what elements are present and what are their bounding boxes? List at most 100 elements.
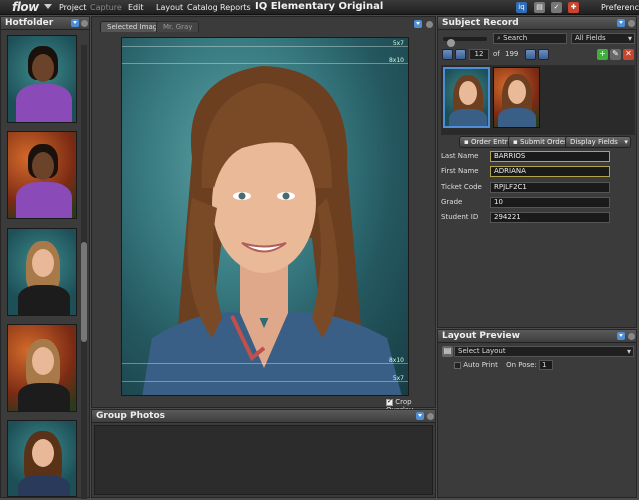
- portrait-photo: [8, 421, 76, 496]
- slider-knob[interactable]: [447, 39, 455, 47]
- portrait-photo: [8, 132, 76, 218]
- layout-icon[interactable]: ▤: [442, 346, 453, 357]
- auto-print-row: Auto Print On Pose: 1: [454, 360, 554, 370]
- close-dot-icon[interactable]: [427, 413, 434, 420]
- printer-icon[interactable]: ▤: [534, 2, 545, 13]
- search-input[interactable]: ⌕ Search: [493, 33, 567, 44]
- select-layout-value: Select Layout: [458, 347, 506, 355]
- search-placeholder: Search: [503, 34, 528, 42]
- on-pose-input[interactable]: 1: [539, 360, 554, 370]
- on-pose-label: On Pose:: [506, 361, 537, 369]
- close-dot-icon[interactable]: [628, 20, 635, 27]
- hotfolder-scrollbar[interactable]: [81, 45, 87, 499]
- preferences-link[interactable]: Preferences: [601, 3, 639, 12]
- group-photos-header: Group Photos: [92, 410, 435, 423]
- field-label-first-name: First Name: [441, 167, 479, 175]
- layout-preview-panel: Layout Preview ▤ Select Layout Auto Prin…: [437, 329, 637, 498]
- display-fields-label: Display Fields: [570, 138, 618, 146]
- search-scope-value: All Fields: [575, 34, 606, 42]
- image-viewer-panel: Selected Image Mr. Gray 5x7 8x10 8x10 5x…: [91, 16, 436, 414]
- subject-record-header: Subject Record: [438, 17, 636, 30]
- menu-catalog[interactable]: Catalog: [187, 3, 218, 12]
- menu-capture[interactable]: Capture: [90, 3, 122, 12]
- hotfolder-thumbnail[interactable]: [7, 324, 77, 412]
- portrait-photo: [142, 66, 402, 395]
- delete-record-icon[interactable]: ✕: [623, 49, 634, 60]
- close-dot-icon[interactable]: [628, 333, 635, 340]
- hotfolder-thumbnail[interactable]: [7, 131, 77, 219]
- crop-guide-line: [122, 381, 408, 382]
- select-layout-dropdown[interactable]: Select Layout: [454, 346, 634, 357]
- edit-record-icon[interactable]: ✎: [610, 49, 621, 60]
- collapse-arrow-icon[interactable]: [617, 332, 625, 340]
- layout-preview-title: Layout Preview: [442, 331, 520, 341]
- close-dot-icon[interactable]: [81, 20, 88, 27]
- field-label-grade: Grade: [441, 198, 463, 206]
- record-nav-row: 12 of 199 + ✎ ✕: [441, 48, 635, 61]
- menu-edit[interactable]: Edit: [128, 3, 144, 12]
- record-index-field[interactable]: 12: [469, 49, 489, 60]
- auto-print-label: Auto Print: [463, 361, 498, 369]
- first-record-icon[interactable]: [442, 49, 453, 60]
- portrait-photo: [8, 229, 76, 315]
- first-name-field[interactable]: ADRIANA: [490, 166, 610, 177]
- field-label-last-name: Last Name: [441, 152, 479, 160]
- student-id-field[interactable]: 294221: [490, 212, 610, 223]
- hotfolder-thumbnail[interactable]: [7, 420, 77, 497]
- collapse-arrow-icon[interactable]: [71, 19, 79, 27]
- search-scope-select[interactable]: All Fields: [571, 33, 635, 44]
- selected-portrait-image[interactable]: 5x7 8x10 8x10 5x7: [121, 37, 409, 396]
- subject-image-thumbnail[interactable]: [443, 67, 490, 128]
- display-fields-button[interactable]: Display Fields ▾: [565, 136, 631, 148]
- hotfolder-panel: Hotfolder: [0, 16, 90, 499]
- submit-orders-label: Submit Orders: [519, 138, 571, 146]
- subject-image-thumbnail[interactable]: [493, 67, 540, 128]
- prev-record-icon[interactable]: [455, 49, 466, 60]
- crop-guide-label: 8x10: [388, 57, 404, 64]
- group-photos-area[interactable]: [94, 425, 433, 495]
- crop-overlay-checkbox[interactable]: [386, 397, 393, 406]
- menu-project[interactable]: Project: [59, 3, 86, 12]
- iq-icon[interactable]: iq: [516, 2, 527, 13]
- chevron-down-icon: ▾: [624, 138, 628, 146]
- last-record-icon[interactable]: [538, 49, 549, 60]
- menu-layout[interactable]: Layout: [156, 3, 183, 12]
- subject-record-title: Subject Record: [442, 18, 519, 28]
- hotfolder-title: Hotfolder: [5, 18, 54, 28]
- last-name-field[interactable]: BARRIOS: [490, 151, 610, 162]
- help-icon[interactable]: ✚: [568, 2, 579, 13]
- portrait-photo: [8, 325, 76, 411]
- scroll-thumb[interactable]: [81, 242, 87, 342]
- crop-guide-line: [122, 46, 408, 47]
- order-entry-label: Order Entry: [470, 138, 512, 146]
- menu-bar: flow Project Capture Edit Layout Catalog…: [0, 0, 639, 15]
- layout-preview-header: Layout Preview: [438, 330, 636, 343]
- crop-guide-label: 5x7: [392, 375, 404, 382]
- tab-mr-gray[interactable]: Mr. Gray: [156, 21, 200, 32]
- menu-reports[interactable]: Reports: [220, 3, 251, 12]
- collapse-arrow-icon[interactable]: [617, 19, 625, 27]
- subject-images-strip: [441, 65, 635, 135]
- group-photos-title: Group Photos: [96, 411, 166, 421]
- hotfolder-header: Hotfolder: [1, 17, 89, 30]
- field-label-student-id: Student ID: [441, 213, 479, 221]
- portrait-photo: [445, 69, 488, 126]
- collapse-arrow-icon[interactable]: [416, 412, 424, 420]
- auto-print-checkbox[interactable]: [454, 361, 461, 369]
- hotfolder-thumbnail[interactable]: [7, 228, 77, 316]
- logo-dropdown-icon[interactable]: [44, 4, 52, 9]
- ticket-code-field[interactable]: RPJLF2C1: [490, 182, 610, 193]
- zoom-slider[interactable]: [443, 37, 487, 47]
- add-record-icon[interactable]: +: [597, 49, 608, 60]
- grade-field[interactable]: 10: [490, 197, 610, 208]
- submit-icon: ▪: [513, 138, 520, 146]
- close-dot-icon[interactable]: [426, 21, 433, 28]
- checklist-icon[interactable]: ✓: [551, 2, 562, 13]
- portrait-photo: [494, 68, 539, 127]
- next-record-icon[interactable]: [525, 49, 536, 60]
- portrait-photo: [8, 36, 76, 122]
- crop-guide-label: 5x7: [392, 40, 404, 47]
- collapse-arrow-icon[interactable]: [414, 20, 422, 28]
- hotfolder-thumbnail[interactable]: [7, 35, 77, 123]
- field-label-ticket-code: Ticket Code: [441, 183, 482, 191]
